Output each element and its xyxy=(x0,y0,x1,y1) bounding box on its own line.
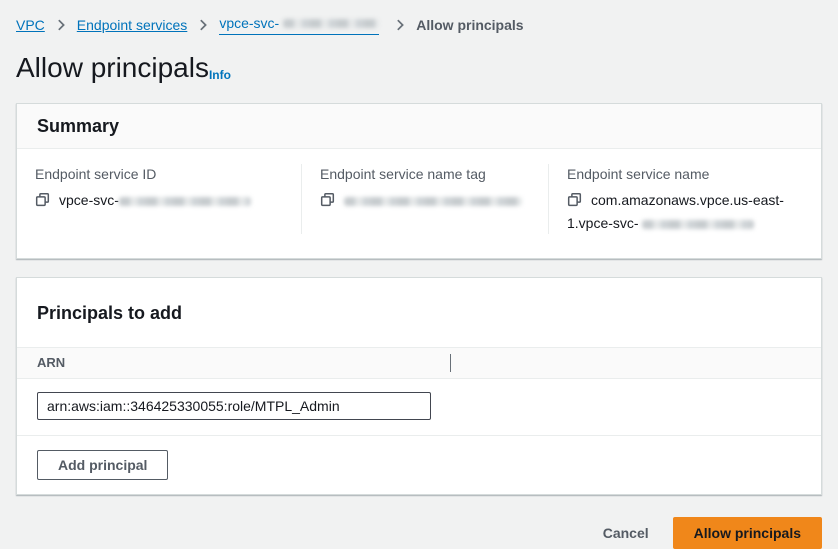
copy-icon[interactable] xyxy=(567,192,582,213)
value-prefix: vpce-svc- xyxy=(59,192,119,208)
summary-content: Endpoint service ID vpce-svc- Endpoint s… xyxy=(17,149,821,258)
field-endpoint-service-id: Endpoint service ID vpce-svc- xyxy=(17,164,301,234)
cancel-button[interactable]: Cancel xyxy=(603,525,649,541)
copy-icon[interactable] xyxy=(35,192,50,213)
field-label: Endpoint service name tag xyxy=(320,164,530,184)
column-resize-handle[interactable] xyxy=(450,354,451,372)
redacted-value xyxy=(119,197,251,206)
summary-header: Summary xyxy=(17,104,821,149)
breadcrumb-vpc-link[interactable]: VPC xyxy=(16,16,45,34)
redacted-service-id xyxy=(283,19,379,28)
breadcrumb-endpoint-services-link[interactable]: Endpoint services xyxy=(77,16,188,34)
copy-icon[interactable] xyxy=(320,192,335,213)
principals-to-add-card: Principals to add ARN Add principal xyxy=(16,277,822,495)
field-value: com.amazonaws.vpce.us-east-1.vpce-svc- xyxy=(567,190,819,234)
page-title: Allow principals xyxy=(16,51,209,85)
redacted-value xyxy=(344,197,522,206)
add-principal-button[interactable]: Add principal xyxy=(37,450,168,480)
footer-actions: Cancel Allow principals xyxy=(16,517,822,549)
chevron-right-icon xyxy=(54,18,68,32)
allow-principals-page: VPC Endpoint services vpce-svc- Allow pr… xyxy=(0,0,838,549)
chevron-right-icon xyxy=(393,18,407,32)
field-label: Endpoint service ID xyxy=(35,164,283,184)
info-link[interactable]: Info xyxy=(209,68,231,82)
chevron-right-icon xyxy=(196,18,210,32)
arn-column-header-row: ARN xyxy=(17,347,821,379)
page-title-row: Allow principals Info xyxy=(16,51,822,85)
field-label: Endpoint service name xyxy=(567,164,803,184)
field-endpoint-service-name: Endpoint service name com.amazonaws.vpce… xyxy=(548,164,821,234)
arn-input-row xyxy=(17,379,821,436)
principals-header: Principals to add xyxy=(17,278,821,347)
summary-card: Summary Endpoint service ID vpce-svc- En… xyxy=(16,103,822,259)
field-value xyxy=(320,190,530,213)
breadcrumb-current: Allow principals xyxy=(416,16,523,34)
breadcrumb: VPC Endpoint services vpce-svc- Allow pr… xyxy=(16,0,822,35)
field-endpoint-service-name-tag: Endpoint service name tag xyxy=(301,164,548,234)
arn-input[interactable] xyxy=(37,392,431,420)
allow-principals-button[interactable]: Allow principals xyxy=(673,517,822,549)
add-principal-row: Add principal xyxy=(17,436,821,494)
redacted-value xyxy=(642,220,754,229)
field-value: vpce-svc- xyxy=(35,190,283,213)
service-id-prefix: vpce-svc- xyxy=(219,14,279,32)
arn-column-header: ARN xyxy=(37,355,65,370)
breadcrumb-service-id-link[interactable]: vpce-svc- xyxy=(219,14,379,35)
